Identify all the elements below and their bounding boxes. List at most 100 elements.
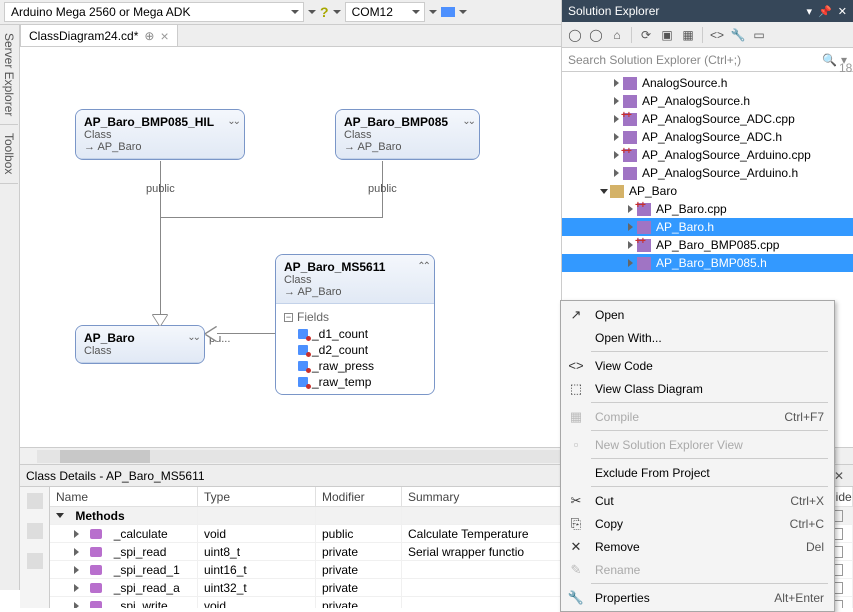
menu-item: ✎Rename	[563, 558, 832, 581]
solution-explorer-titlebar: Solution Explorer ▾ 📌 ✕	[562, 0, 853, 22]
tab-classdiagram[interactable]: ClassDiagram24.cd* ⊕ ×	[20, 24, 178, 46]
search-icon[interactable]: 🔍	[822, 53, 837, 67]
col-name[interactable]: Name	[50, 487, 198, 507]
menu-item[interactable]: <>View Code	[563, 354, 832, 377]
show-all-icon[interactable]: ▦	[679, 26, 697, 44]
class-box-ms5611[interactable]: AP_Baro_MS5611 Class → AP_Baro ⌃⌃ −Field…	[275, 254, 435, 395]
tree-item[interactable]: AP_AnalogSource.h	[562, 92, 853, 110]
chevron-down-icon[interactable]	[308, 10, 316, 14]
class-box-ap-baro[interactable]: AP_Baro Class ⌄⌄	[75, 325, 205, 364]
home-icon[interactable]: ⌂	[608, 26, 626, 44]
margin-icon[interactable]	[27, 523, 43, 539]
tree-chevron-icon[interactable]	[628, 259, 633, 267]
close-icon[interactable]: ✕	[838, 5, 847, 18]
hollow-arrow-icon	[153, 315, 167, 326]
properties-icon[interactable]: 🔧	[729, 26, 747, 44]
side-tab-toolbox[interactable]: Toolbox	[0, 125, 18, 183]
tree-chevron-icon[interactable]	[614, 133, 619, 141]
menu-item[interactable]: Exclude From Project	[563, 461, 832, 484]
code-icon[interactable]: <>	[708, 26, 726, 44]
menu-item[interactable]: ⬚View Class Diagram	[563, 377, 832, 400]
tree-chevron-icon[interactable]	[628, 241, 633, 249]
collapse-icon[interactable]: ▣	[658, 26, 676, 44]
collapse-chevrons-icon[interactable]: ⌃⌃	[417, 261, 428, 272]
field-item[interactable]: _d2_count	[284, 342, 426, 358]
field-item[interactable]: _d1_count	[284, 326, 426, 342]
tree-item[interactable]: AP_Baro.h	[562, 218, 853, 236]
tree-item-label: AP_AnalogSource.h	[642, 94, 750, 108]
menu-item[interactable]: ⎘CopyCtrl+C	[563, 512, 832, 535]
menu-item: ▫New Solution Explorer View	[563, 433, 832, 456]
back-icon[interactable]: ◯	[566, 26, 584, 44]
pin-icon[interactable]: 📌	[818, 5, 832, 18]
tree-chevron-icon[interactable]	[628, 223, 633, 231]
menu-item[interactable]: Open With...	[563, 326, 832, 349]
tree-item[interactable]: AnalogSource.h	[562, 74, 853, 92]
chevron-right-icon	[74, 602, 79, 609]
margin-icon[interactable]	[27, 493, 43, 509]
solution-tree[interactable]: AnalogSource.h AP_AnalogSource.h AP_Analog…	[562, 72, 853, 272]
menu-item[interactable]: 🔧PropertiesAlt+Enter	[563, 586, 832, 609]
menu-separator	[591, 486, 828, 487]
tree-item[interactable]: AP_AnalogSource_ADC.h	[562, 128, 853, 146]
port-dropdown[interactable]: COM12	[345, 2, 425, 22]
tree-item[interactable]: AP_Baro_BMP085.cpp	[562, 236, 853, 254]
method-icon	[90, 529, 102, 539]
forward-icon[interactable]: ◯	[587, 26, 605, 44]
board-dropdown[interactable]: Arduino Mega 2560 or Mega ADK	[4, 2, 304, 22]
tree-item[interactable]: AP_AnalogSource_Arduino.cpp	[562, 146, 853, 164]
tree-chevron-icon[interactable]	[614, 151, 619, 159]
tree-item[interactable]: AP_AnalogSource_ADC.cpp	[562, 110, 853, 128]
tree-item-label: AP_AnalogSource_ADC.h	[642, 130, 782, 144]
tree-item[interactable]: AP_Baro_BMP085.h	[562, 254, 853, 272]
scroll-thumb[interactable]	[60, 450, 150, 463]
close-icon[interactable]: ×	[160, 28, 168, 44]
class-name: AP_Baro	[84, 331, 196, 345]
tree-chevron-icon[interactable]	[628, 205, 633, 213]
field-item[interactable]: _raw_press	[284, 358, 426, 374]
field-item[interactable]: _raw_temp	[284, 374, 426, 390]
dropdown-icon[interactable]: ▾	[807, 5, 813, 18]
menu-item[interactable]: ✕RemoveDel	[563, 535, 832, 558]
tree-chevron-icon[interactable]	[614, 115, 619, 123]
margin-icon[interactable]	[27, 553, 43, 569]
class-box-bmp085[interactable]: AP_Baro_BMP085 Class → AP_Baro ⌄⌄	[335, 109, 480, 160]
expand-chevrons-icon[interactable]: ⌄⌄	[187, 332, 198, 343]
tree-item[interactable]: AP_Baro.cpp	[562, 200, 853, 218]
menu-item-shortcut: Del	[806, 540, 824, 554]
tree-item[interactable]: AP_Baro	[562, 182, 853, 200]
file-icon	[623, 149, 637, 162]
menu-item[interactable]: ✂CutCtrl+X	[563, 489, 832, 512]
chevron-down-icon[interactable]	[459, 10, 467, 14]
menu-item[interactable]: ↗Open	[563, 303, 832, 326]
solution-search-box[interactable]: Search Solution Explorer (Ctrl+;) 🔍 ▾	[562, 48, 853, 72]
side-tab-server-explorer[interactable]: Server Explorer	[0, 25, 18, 125]
chevron-right-icon	[74, 548, 79, 556]
tree-item-label: AP_Baro.h	[656, 220, 714, 234]
refresh-icon[interactable]: ⟳	[637, 26, 655, 44]
chevron-down-icon[interactable]	[333, 10, 341, 14]
tree-item[interactable]: AP_AnalogSource_Arduino.h	[562, 164, 853, 182]
chip-icon[interactable]	[441, 7, 455, 17]
method-icon	[90, 565, 102, 575]
col-type[interactable]: Type	[198, 487, 316, 507]
context-menu[interactable]: ↗OpenOpen With... <>View Code⬚View Class …	[560, 300, 835, 612]
tree-chevron-icon[interactable]	[600, 189, 608, 194]
tree-chevron-icon[interactable]	[614, 169, 619, 177]
class-parent: → AP_Baro	[84, 141, 236, 153]
class-header: AP_Baro_MS5611 Class → AP_Baro ⌃⌃	[276, 255, 434, 304]
tree-chevron-icon[interactable]	[614, 97, 619, 105]
help-icon[interactable]: ?	[320, 4, 329, 20]
class-parent: → AP_Baro	[284, 286, 426, 298]
preview-icon[interactable]: ▭	[750, 26, 768, 44]
search-placeholder: Search Solution Explorer (Ctrl+;)	[568, 53, 822, 67]
class-box-bmp085-hil[interactable]: AP_Baro_BMP085_HIL Class → AP_Baro ⌄⌄	[75, 109, 245, 160]
expand-chevrons-icon[interactable]: ⌄⌄	[462, 116, 473, 127]
tree-chevron-icon[interactable]	[614, 79, 619, 87]
col-modifier[interactable]: Modifier	[316, 487, 402, 507]
expand-chevrons-icon[interactable]: ⌄⌄	[227, 116, 238, 127]
pin-icon[interactable]: ⊕	[144, 29, 154, 43]
fields-section[interactable]: −Fields	[284, 308, 426, 326]
chevron-down-icon[interactable]	[429, 10, 437, 14]
menu-item-label: Copy	[595, 517, 780, 531]
